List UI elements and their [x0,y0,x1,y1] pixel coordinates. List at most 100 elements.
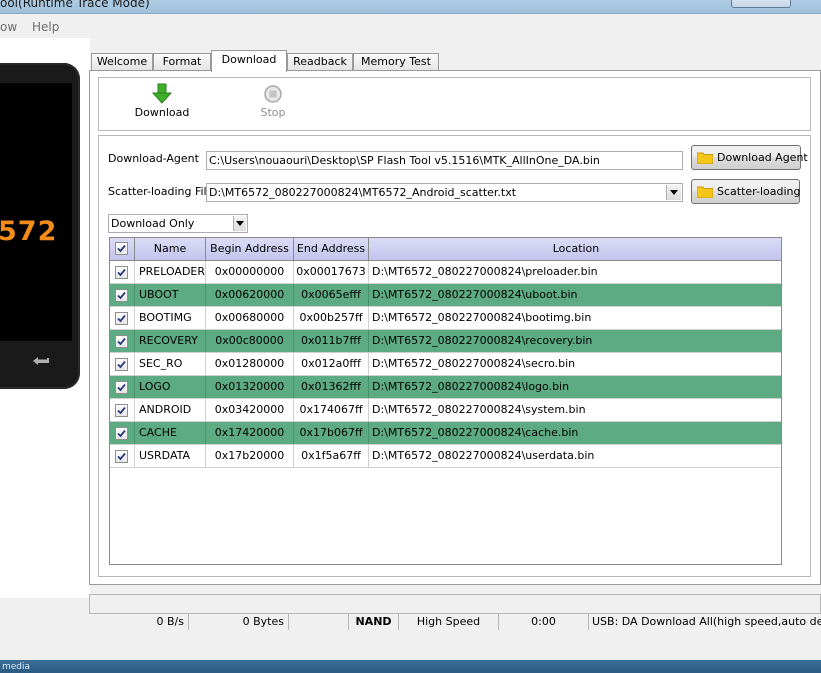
column-header-end-address[interactable]: End Address [294,238,369,260]
row-checkbox[interactable] [115,381,128,394]
cell-name: PRELOADER [135,261,206,283]
column-header-name[interactable]: Name [135,238,206,260]
row-select-cell [110,445,135,467]
mode-select[interactable]: Download Only [108,214,248,233]
cell-name: ANDROID [135,399,206,421]
cell-begin: 0x01320000 [206,376,294,398]
table-row[interactable]: BOOTIMG 0x00680000 0x00b257ff D:\MT6572_080… [110,307,781,330]
chevron-down-icon[interactable] [666,185,681,200]
table-row[interactable]: PRELOADER 0x00000000 0x00017673 D:\MT6572_0… [110,261,781,284]
scatter-combo[interactable]: D:\MT6572_080227000824\MT6572_Android_sc… [206,183,683,202]
cell-location: D:\MT6572_080227000824\bootimg.bin [372,311,592,324]
scatter-path: D:\MT6572_080227000824\MT6572_Android_sc… [209,186,517,199]
status-empty [289,614,349,630]
scatter-loading-button[interactable]: Scatter-loading [691,179,800,204]
tab-download[interactable]: Download [211,50,287,72]
chevron-down-icon[interactable] [233,216,246,231]
row-select-cell [110,399,135,421]
table-row[interactable]: CACHE 0x17420000 0x17b067ff D:\MT6572_08022… [110,422,781,445]
row-checkbox[interactable] [115,266,128,279]
phone-image: 572 [0,63,80,389]
stop-label: Stop [260,106,286,119]
cell-begin: 0x00680000 [206,307,294,329]
taskbar: media [0,660,821,673]
folder-icon [696,185,714,199]
row-checkbox[interactable] [115,335,128,348]
row-checkbox[interactable] [115,450,128,463]
select-all-checkbox[interactable] [115,242,128,255]
taskbar-label[interactable]: media [2,662,30,672]
row-checkbox[interactable] [115,289,128,302]
row-select-cell [110,376,135,398]
back-arrow-icon [30,352,50,371]
window-controls[interactable] [731,0,791,8]
cell-end: 0x012a0fff [294,353,369,375]
cell-location: D:\MT6572_080227000824\userdata.bin [372,449,595,462]
cell-end: 0x1f5a67ff [294,445,369,467]
menu-help[interactable]: Help [32,20,59,34]
cell-end: 0x00017673 [294,261,369,283]
row-checkbox[interactable] [115,312,128,325]
download-button[interactable]: Download [132,82,192,119]
scatter-label: Scatter-loading File [108,185,214,198]
row-select-cell [110,284,135,306]
select-all-header [110,238,135,260]
cell-location: D:\MT6572_080227000824\secro.bin [372,357,576,370]
cell-name: BOOTIMG [135,307,206,329]
status-usb-speed: High Speed [399,614,499,630]
status-storage: NAND [349,614,399,630]
cell-begin: 0x00c80000 [206,330,294,352]
menu-window[interactable]: ow [0,20,17,34]
table-row[interactable]: ANDROID 0x03420000 0x174067ff D:\MT6572_080… [110,399,781,422]
cell-end: 0x00b257ff [294,307,369,329]
cell-name: RECOVERY [135,330,206,352]
status-time: 0:00 [499,614,589,630]
toolbar: Download Stop [98,77,811,131]
status-message: USB: DA Download All(high speed,auto det… [592,615,821,628]
phone-model-text: 572 [0,216,58,247]
cell-location: D:\MT6572_080227000824\preloader.bin [372,265,598,278]
table-row[interactable]: UBOOT 0x00620000 0x0065efff D:\MT6572_08022… [110,284,781,307]
tab-welcome[interactable]: Welcome [91,53,153,71]
cell-location: D:\MT6572_080227000824\cache.bin [372,426,579,439]
row-select-cell [110,422,135,444]
column-header-begin-address[interactable]: Begin Address [206,238,294,260]
table-row[interactable]: SEC_RO 0x01280000 0x012a0fff D:\MT6572_0802… [110,353,781,376]
row-select-cell [110,330,135,352]
row-checkbox[interactable] [115,427,128,440]
title-bar: ool(Runtime Trace Mode) [0,0,821,14]
status-speed: 0 B/s [89,614,189,630]
tab-memory-test[interactable]: Memory Test [353,53,439,71]
download-agent-field[interactable]: C:\Users\nouaouri\Desktop\SP Flash Tool … [206,151,683,170]
download-agent-button[interactable]: Download Agent [691,145,808,170]
status-bar: 0 B/s 0 Bytes NAND High Speed 0:00 USB: … [89,613,821,630]
table-row[interactable]: LOGO 0x01320000 0x01362fff D:\MT6572_080227… [110,376,781,399]
row-checkbox[interactable] [115,358,128,371]
cell-name: LOGO [135,376,206,398]
cell-name: CACHE [135,422,206,444]
cell-end: 0x174067ff [294,399,369,421]
download-arrow-icon [132,82,192,106]
tab-readback[interactable]: Readback [287,53,353,71]
row-select-cell [110,261,135,283]
cell-name: USRDATA [135,445,206,467]
cell-location: D:\MT6572_080227000824\system.bin [372,403,586,416]
row-checkbox[interactable] [115,404,128,417]
column-header-location[interactable]: Location [369,238,781,260]
partition-table: Name Begin Address End Address Location … [109,237,782,565]
progress-bar [89,594,821,613]
download-agent-button-label: Download Agent [717,151,808,164]
row-select-cell [110,353,135,375]
cell-begin: 0x01280000 [206,353,294,375]
menu-bar: ow Help [0,16,821,38]
cell-end: 0x0065efff [294,284,369,306]
tab-format[interactable]: Format [153,53,211,71]
status-bytes: 0 Bytes [189,614,289,630]
phone-preview: 572 [0,38,90,598]
cell-end: 0x01362fff [294,376,369,398]
cell-end: 0x011b7fff [294,330,369,352]
row-select-cell [110,307,135,329]
stop-button[interactable]: Stop [243,82,303,119]
table-row[interactable]: RECOVERY 0x00c80000 0x011b7fff D:\MT6572_08… [110,330,781,353]
table-row[interactable]: USRDATA 0x17b20000 0x1f5a67ff D:\MT6572_080… [110,445,781,468]
